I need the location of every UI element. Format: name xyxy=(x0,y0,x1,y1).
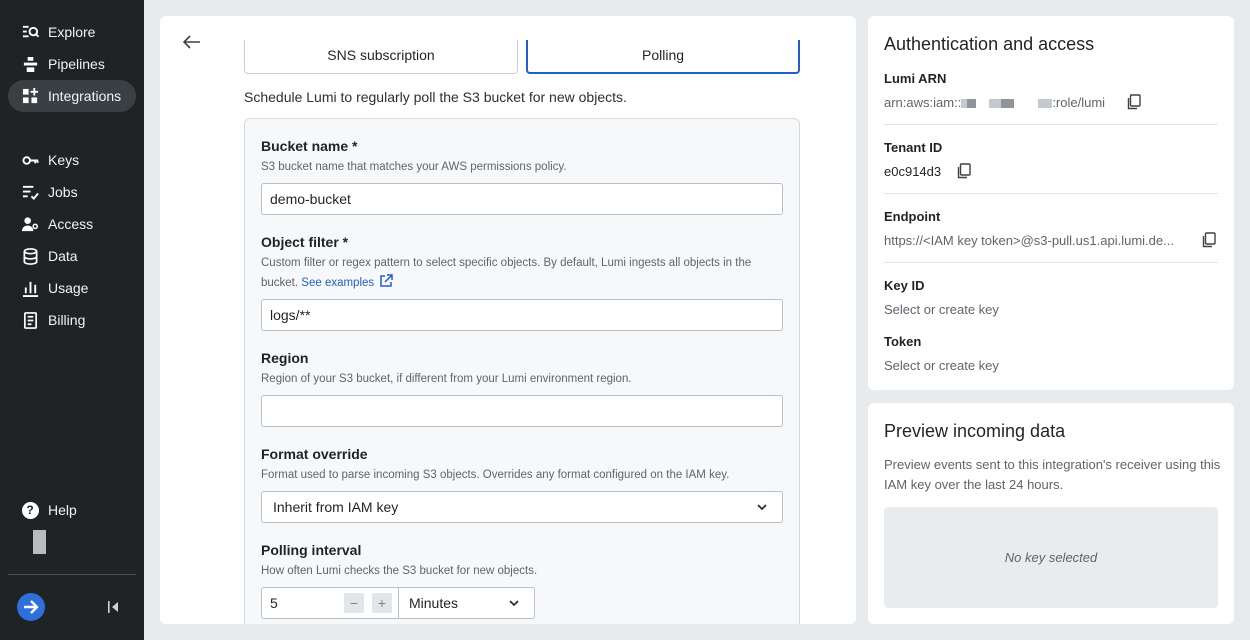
key-icon xyxy=(21,151,39,169)
polling-interval-label: Polling interval xyxy=(261,542,362,558)
sidebar-item-explore[interactable]: Explore xyxy=(8,16,136,48)
format-override-label: Format override xyxy=(261,446,368,462)
polling-intro-text: Schedule Lumi to regularly poll the S3 b… xyxy=(244,89,627,105)
polling-interval-stepper[interactable]: 5 − + xyxy=(261,587,399,619)
format-override-help: Format used to parse incoming S3 objects… xyxy=(261,469,730,481)
copy-endpoint-icon[interactable] xyxy=(1200,232,1216,248)
bucket-name-input[interactable] xyxy=(261,183,783,215)
sidebar-item-help[interactable]: ? Help xyxy=(8,494,136,526)
token-label: Token xyxy=(884,334,922,349)
authentication-panel: Authentication and access Lumi ARN arn:a… xyxy=(868,16,1234,390)
polling-unit-value: Minutes xyxy=(409,595,459,611)
sidebar-item-integrations[interactable]: Integrations xyxy=(8,80,136,112)
polling-unit-select[interactable]: Minutes xyxy=(398,587,535,619)
sidebar-item-billing[interactable]: Billing xyxy=(8,304,136,336)
region-help: Region of your S3 bucket, if different f… xyxy=(261,373,632,385)
pipelines-icon xyxy=(21,55,39,73)
arn-value: arn:aws:iam:::role/lumi xyxy=(884,95,1106,110)
sidebar-item-label: Help xyxy=(48,502,77,518)
bar-chart-icon xyxy=(21,279,39,297)
sidebar-item-label: Explore xyxy=(48,24,96,40)
increment-button[interactable]: + xyxy=(372,593,392,613)
database-icon xyxy=(21,247,39,265)
auth-panel-title: Authentication and access xyxy=(884,34,1095,54)
tab-sns-subscription[interactable]: SNS subscription xyxy=(244,40,518,74)
sidebar-divider xyxy=(8,574,136,575)
chevron-down-icon xyxy=(757,504,767,511)
endpoint-value: https://<IAM key token>@s3-pull.us1.api.… xyxy=(884,233,1174,248)
external-link-icon xyxy=(380,274,394,287)
divider xyxy=(884,124,1218,125)
sidebar-item-label: Billing xyxy=(48,312,86,328)
decrement-button[interactable]: − xyxy=(344,593,364,613)
sidebar-item-label: Jobs xyxy=(48,184,78,200)
sidebar-item-label: Integrations xyxy=(48,88,122,104)
see-examples-link[interactable]: See examples xyxy=(301,274,394,289)
region-input[interactable] xyxy=(261,395,783,427)
token-value: Select or create key xyxy=(884,358,999,373)
divider xyxy=(884,193,1218,194)
preview-description: Preview events sent to this integration'… xyxy=(884,457,1221,492)
back-arrow-icon[interactable] xyxy=(182,32,202,52)
integration-form-panel: SNS subscription Polling Schedule Lumi t… xyxy=(160,16,856,624)
tenant-id-value: e0c914d3 xyxy=(884,164,942,179)
tenant-id-label: Tenant ID xyxy=(884,140,943,155)
polling-interval-help: How often Lumi checks the S3 bucket for … xyxy=(261,565,538,577)
divider xyxy=(884,262,1218,263)
sidebar-item-label: Data xyxy=(48,248,78,264)
sidebar-item-pipelines[interactable]: Pipelines xyxy=(8,48,136,80)
polling-settings-form: Bucket name * S3 bucket name that matche… xyxy=(244,118,800,624)
collapse-sidebar-icon[interactable] xyxy=(106,597,120,617)
sidebar-item-access[interactable]: Access xyxy=(8,208,136,240)
format-override-value: Inherit from IAM key xyxy=(273,499,399,515)
preview-panel-title: Preview incoming data xyxy=(884,421,1066,441)
sidebar-item-label: Keys xyxy=(48,152,80,168)
tab-polling[interactable]: Polling xyxy=(526,40,800,74)
receipt-icon xyxy=(21,311,39,329)
key-id-value: Select or create key xyxy=(884,302,999,317)
help-icon: ? xyxy=(21,501,39,519)
key-id-label: Key ID xyxy=(884,278,925,293)
polling-interval-value: 5 xyxy=(270,595,278,611)
sidebar-item-jobs[interactable]: Jobs xyxy=(8,176,136,208)
preview-empty-text: No key selected xyxy=(1004,550,1098,565)
arn-label: Lumi ARN xyxy=(884,71,947,86)
explore-icon xyxy=(21,23,39,41)
chevron-down-icon xyxy=(509,600,519,607)
jobs-icon xyxy=(21,183,39,201)
region-label: Region xyxy=(261,350,309,366)
object-filter-label: Object filter * xyxy=(261,234,349,250)
logo-arrow-icon[interactable] xyxy=(17,593,45,621)
preview-empty-state: No key selected xyxy=(884,507,1218,608)
bucket-name-label: Bucket name * xyxy=(261,138,358,154)
sidebar: Explore Pipelines Integrations Keys Jobs… xyxy=(0,0,144,640)
integrations-icon xyxy=(21,87,39,105)
format-override-select[interactable]: Inherit from IAM key xyxy=(261,491,783,523)
copy-arn-icon[interactable] xyxy=(1125,94,1141,110)
object-filter-input[interactable] xyxy=(261,299,783,331)
bucket-name-help: S3 bucket name that matches your AWS per… xyxy=(261,161,567,173)
sidebar-item-label: Access xyxy=(48,216,94,232)
sidebar-item-usage[interactable]: Usage xyxy=(8,272,136,304)
sidebar-item-label: Usage xyxy=(48,280,89,296)
sidebar-item-label: Pipelines xyxy=(48,56,105,72)
preview-panel: Preview incoming data Preview events sen… xyxy=(868,403,1234,624)
endpoint-label: Endpoint xyxy=(884,209,941,224)
copy-tenant-id-icon[interactable] xyxy=(955,163,971,179)
avatar[interactable] xyxy=(33,530,46,554)
access-icon xyxy=(21,215,39,233)
sidebar-item-data[interactable]: Data xyxy=(8,240,136,272)
sidebar-item-keys[interactable]: Keys xyxy=(8,144,136,176)
object-filter-help: Custom filter or regex pattern to select… xyxy=(261,253,785,293)
